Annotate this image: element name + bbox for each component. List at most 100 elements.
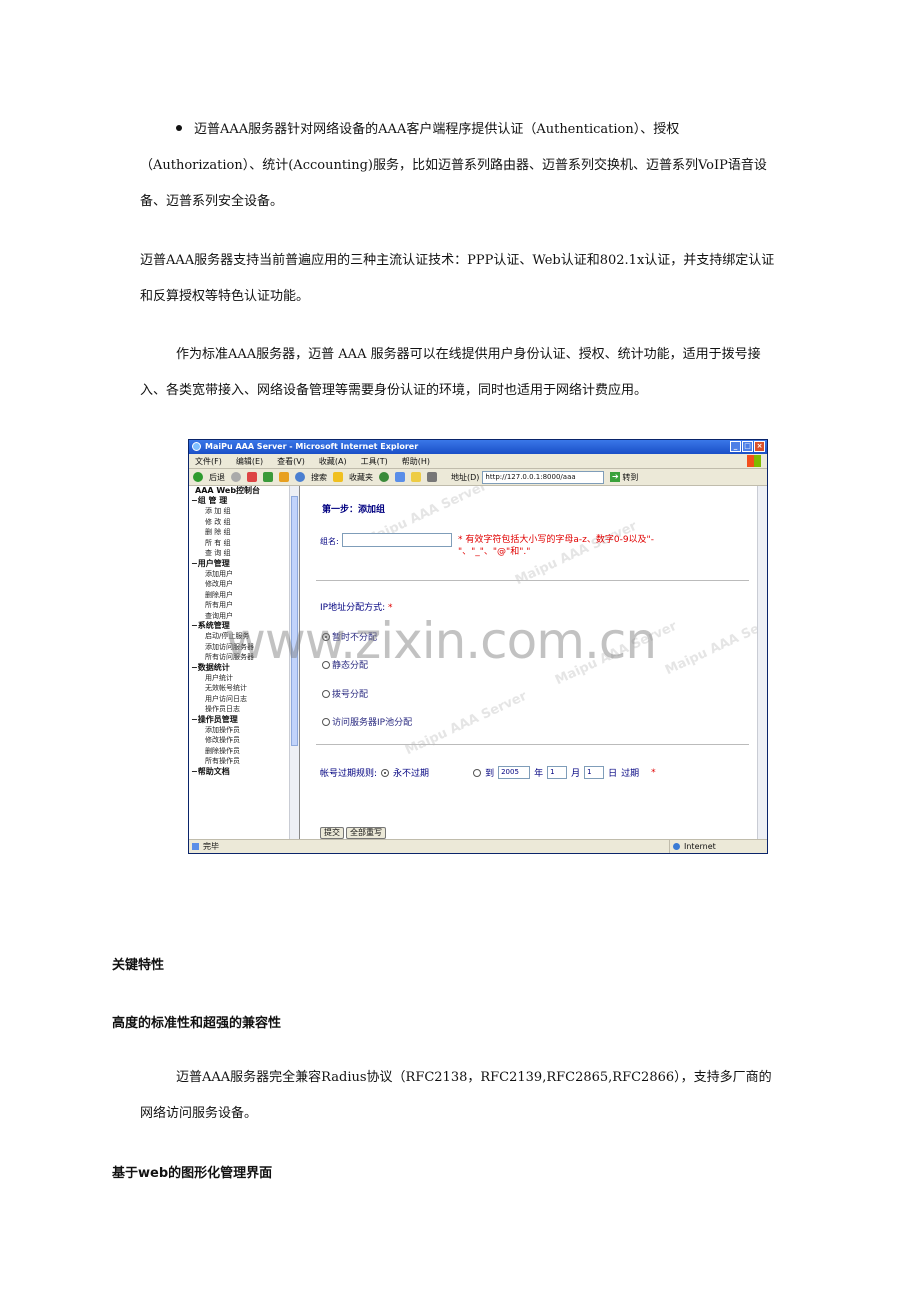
nav-category[interactable]: −帮助文档 (191, 767, 299, 777)
nav-item[interactable]: 查 询 组 (191, 548, 299, 559)
history-icon[interactable] (395, 472, 405, 482)
expiry-label: 帐号过期规则: (320, 769, 378, 779)
menu-view[interactable]: 查看(V) (277, 456, 305, 467)
minimize-icon[interactable]: _ (730, 441, 741, 452)
year-unit: 年 (534, 769, 544, 779)
security-zone: Internet (669, 840, 767, 853)
nav-item[interactable]: 用户访问日志 (191, 694, 299, 705)
radio-selected-icon[interactable] (381, 768, 390, 777)
window-title: MaiPu AAA Server - Microsoft Internet Ex… (205, 442, 419, 451)
favorites-star-icon[interactable] (333, 472, 343, 482)
search-icon[interactable] (295, 472, 305, 482)
nav-item[interactable]: 修改操作员 (191, 735, 299, 746)
nav-item[interactable]: 用户统计 (191, 673, 299, 684)
status-bar: 完毕 Internet (189, 839, 767, 853)
address-label: 地址(D) (451, 472, 480, 482)
address-bar: 地址(D) http://127.0.0.1:8000/aaa (451, 470, 605, 484)
section1-body: 迈普AAA服务器完全兼容Radius协议（RFC2138，RFC2139,RFC… (140, 1070, 772, 1121)
print-icon[interactable] (427, 472, 437, 482)
nav-category[interactable]: −用户管理 (191, 559, 299, 569)
go-button[interactable]: ➔ 转到 (610, 472, 638, 483)
watermark-text: Maipu AAA Server (403, 688, 530, 759)
intro-paragraph-2: 迈普AAA服务器支持当前普遍应用的三种主流认证技术：PPP认证、Web认证和80… (140, 253, 775, 304)
window-titlebar: MaiPu AAA Server - Microsoft Internet Ex… (189, 440, 767, 454)
nav-item[interactable]: 删除操作员 (191, 746, 299, 757)
page-watermark: www.zixin.com.cn (225, 612, 657, 670)
required-mark: * (651, 767, 656, 778)
nav-item[interactable]: 所有操作员 (191, 756, 299, 767)
month-input[interactable]: 1 (547, 766, 568, 779)
menu-edit[interactable]: 编辑(E) (236, 456, 263, 467)
nav-item[interactable]: 添 加 组 (191, 506, 299, 517)
reset-button[interactable]: 全部重写 (346, 827, 386, 839)
nav-item[interactable]: 操作员日志 (191, 704, 299, 715)
main-scrollbar[interactable] (757, 486, 767, 839)
nav-item[interactable]: 删 除 组 (191, 527, 299, 538)
ip-option-dialup[interactable]: 拨号分配 (322, 687, 368, 700)
browser-toolbar: 后退 搜索 收藏夹 地址(D) http://127.0.0.1:8000/aa… (189, 469, 767, 486)
status-text: 完毕 (203, 842, 219, 851)
nav-item[interactable]: 修 改 组 (191, 517, 299, 528)
go-arrow-icon: ➔ (610, 472, 621, 482)
key-features-heading: 关键特性 (112, 958, 165, 973)
section2-title: 基于web的图形化管理界面 (112, 1166, 273, 1181)
menu-help[interactable]: 帮助(H) (402, 456, 430, 467)
nav-category[interactable]: −操作员管理 (191, 715, 299, 725)
year-input[interactable]: 2005 (498, 766, 531, 779)
mail-icon[interactable] (411, 472, 421, 482)
month-unit: 月 (571, 769, 581, 779)
zone-text: Internet (684, 842, 716, 851)
back-arrow-icon[interactable] (193, 472, 203, 482)
group-name-input[interactable] (342, 533, 452, 547)
bullet-icon (176, 124, 182, 131)
group-name-note: * 有效字符包括大小写的字母a-z、数字0-9以及"-"、"_"、"@"和"." (458, 535, 654, 557)
nav-item[interactable]: 添加操作员 (191, 725, 299, 736)
menu-tools[interactable]: 工具(T) (361, 456, 388, 467)
menu-file[interactable]: 文件(F) (195, 456, 222, 467)
back-button[interactable]: 后退 (209, 472, 225, 483)
step-title: 第一步：添加组 (322, 505, 386, 515)
ie-icon (192, 442, 201, 451)
intro-paragraph-3: 作为标准AAA服务器，迈普 AAA 服务器可以在线提供用户身份认证、授权、统计功… (140, 347, 761, 398)
expire-word: 过期 (621, 769, 640, 779)
section1-title: 高度的标准性和超强的兼容性 (112, 1016, 282, 1031)
home-icon[interactable] (279, 472, 289, 482)
nav-category[interactable]: −组 管 理 (191, 496, 299, 506)
form-buttons: 提交 全部重写 (320, 827, 386, 839)
go-label: 转到 (622, 472, 639, 482)
address-input[interactable]: http://127.0.0.1:8000/aaa (482, 470, 605, 484)
menu-bar: 文件(F) 编辑(E) 查看(V) 收藏(A) 工具(T) 帮助(H) (189, 454, 767, 469)
nav-root[interactable]: AAA Web控制台 (191, 486, 299, 496)
day-input[interactable]: 1 (584, 766, 605, 779)
nav-item[interactable]: 所有用户 (191, 600, 299, 611)
windows-logo-icon (747, 455, 761, 467)
group-name-label: 组名: (320, 537, 339, 546)
maximize-icon[interactable]: □ (742, 441, 753, 452)
expiry-never-option[interactable]: 永不过期 (393, 766, 429, 779)
refresh-icon[interactable] (263, 472, 273, 482)
divider (316, 744, 749, 745)
window-buttons: _ □ × (730, 441, 765, 452)
menu-favorites[interactable]: 收藏(A) (319, 456, 347, 467)
radio-icon[interactable] (473, 768, 482, 777)
forward-arrow-icon[interactable] (231, 472, 241, 482)
nav-item[interactable]: 删除用户 (191, 590, 299, 601)
nav-item[interactable]: 修改用户 (191, 579, 299, 590)
watermark-text: Maipu AAA Server (663, 608, 767, 679)
ip-option-nas-pool[interactable]: 访问服务器IP池分配 (322, 715, 412, 728)
radio-icon[interactable] (322, 689, 330, 698)
media-icon[interactable] (379, 472, 389, 482)
nav-item[interactable]: 所 有 组 (191, 538, 299, 549)
search-button[interactable]: 搜索 (311, 472, 327, 483)
close-icon[interactable]: × (754, 441, 765, 452)
nav-item[interactable]: 无效帐号统计 (191, 683, 299, 694)
globe-icon (673, 843, 680, 850)
intro-bullet-text: 迈普AAA服务器针对网络设备的AAA客户端程序提供认证（Authenticati… (140, 122, 767, 209)
divider (316, 580, 749, 581)
nav-item[interactable]: 添加用户 (191, 569, 299, 580)
stop-icon[interactable] (247, 472, 257, 482)
submit-button[interactable]: 提交 (320, 827, 344, 839)
radio-icon[interactable] (322, 717, 330, 726)
expiry-until-option[interactable]: 到 (485, 766, 494, 779)
favorites-button[interactable]: 收藏夹 (349, 472, 373, 483)
